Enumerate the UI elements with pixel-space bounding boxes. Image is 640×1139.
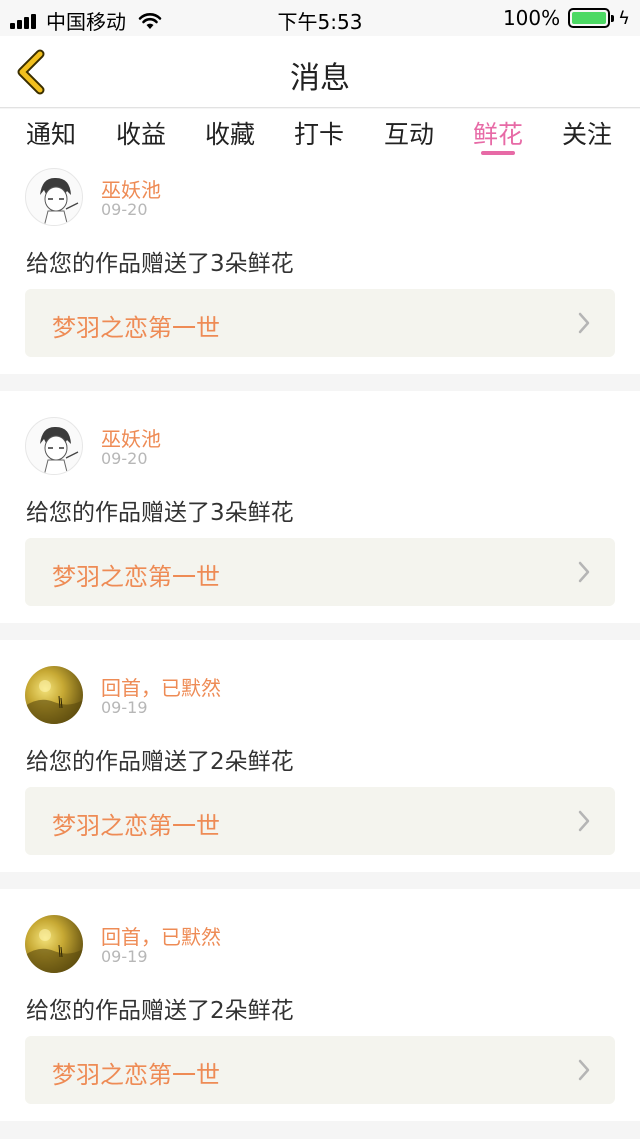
post-date: 09-19 bbox=[101, 947, 148, 966]
message-card: 回首，已默然 09-19 给您的作品赠送了2朵鲜花 梦羽之恋第一世 bbox=[0, 640, 640, 872]
tab-earnings[interactable]: 收益 bbox=[101, 115, 181, 151]
work-link[interactable]: 梦羽之恋第一世 bbox=[25, 289, 615, 357]
avatar-landscape-image bbox=[25, 680, 83, 724]
message-card: 回首，已默然 09-19 给您的作品赠送了2朵鲜花 梦羽之恋第一世 bbox=[0, 889, 640, 1121]
page-title: 消息 bbox=[290, 61, 350, 96]
status-right: 100% ϟ bbox=[503, 6, 630, 30]
post-date: 09-20 bbox=[101, 449, 148, 468]
tab-follows[interactable]: 关注 bbox=[547, 115, 627, 151]
tab-interaction[interactable]: 互动 bbox=[369, 115, 449, 151]
tab-favorites[interactable]: 收藏 bbox=[190, 115, 270, 151]
tab-notice[interactable]: 通知 bbox=[11, 115, 91, 151]
battery-percent: 100% bbox=[502, 6, 561, 30]
user-name[interactable]: 巫妖池 bbox=[101, 423, 161, 452]
user-name[interactable]: 回首，已默然 bbox=[101, 921, 221, 950]
chevron-right-icon bbox=[578, 810, 590, 832]
work-link[interactable]: 梦羽之恋第一世 bbox=[25, 1036, 615, 1104]
avatar-sketch-image bbox=[40, 426, 79, 474]
post-date: 09-19 bbox=[101, 698, 148, 717]
user-name[interactable]: 巫妖池 bbox=[101, 174, 161, 203]
work-title: 梦羽之恋第一世 bbox=[52, 812, 220, 840]
chevron-right-icon bbox=[578, 561, 590, 583]
user-name[interactable]: 回首，已默然 bbox=[101, 672, 221, 701]
work-title: 梦羽之恋第一世 bbox=[52, 314, 220, 342]
avatar[interactable] bbox=[25, 915, 83, 973]
charging-icon: ϟ bbox=[618, 7, 630, 29]
post-date: 09-20 bbox=[101, 200, 148, 219]
message-card: 巫妖池 09-20 给您的作品赠送了3朵鲜花 梦羽之恋第一世 bbox=[0, 391, 640, 623]
chevron-right-icon bbox=[578, 1059, 590, 1081]
chevron-right-icon bbox=[578, 312, 590, 334]
message-text: 给您的作品赠送了3朵鲜花 bbox=[26, 500, 294, 526]
work-link[interactable]: 梦羽之恋第一世 bbox=[25, 538, 615, 606]
tab-flowers[interactable]: 鲜花 bbox=[458, 115, 538, 151]
avatar[interactable] bbox=[25, 168, 83, 226]
message-card: 巫妖池 09-20 给您的作品赠送了3朵鲜花 梦羽之恋第一世 bbox=[0, 161, 640, 374]
message-text: 给您的作品赠送了2朵鲜花 bbox=[26, 998, 294, 1024]
tab-checkin[interactable]: 打卡 bbox=[279, 115, 359, 151]
status-bar: 中国移动 下午5:53 100% ϟ bbox=[0, 0, 640, 36]
app-screen: 中国移动 下午5:53 100% ϟ 消息 通知 收益 收藏 打卡 互动 鲜花 … bbox=[0, 0, 640, 1139]
work-title: 梦羽之恋第一世 bbox=[52, 1061, 220, 1089]
nav-bar: 消息 bbox=[0, 36, 640, 108]
avatar[interactable] bbox=[25, 666, 83, 724]
active-tab-indicator bbox=[481, 151, 515, 155]
work-link[interactable]: 梦羽之恋第一世 bbox=[25, 787, 615, 855]
message-text: 给您的作品赠送了3朵鲜花 bbox=[26, 251, 294, 277]
avatar-landscape-image bbox=[25, 929, 83, 973]
avatar[interactable] bbox=[25, 417, 83, 475]
battery-icon bbox=[568, 8, 615, 28]
avatar-sketch-image bbox=[40, 177, 79, 225]
tab-bar: 通知 收益 收藏 打卡 互动 鲜花 关注 bbox=[0, 109, 640, 161]
message-text: 给您的作品赠送了2朵鲜花 bbox=[26, 749, 294, 775]
work-title: 梦羽之恋第一世 bbox=[52, 563, 220, 591]
